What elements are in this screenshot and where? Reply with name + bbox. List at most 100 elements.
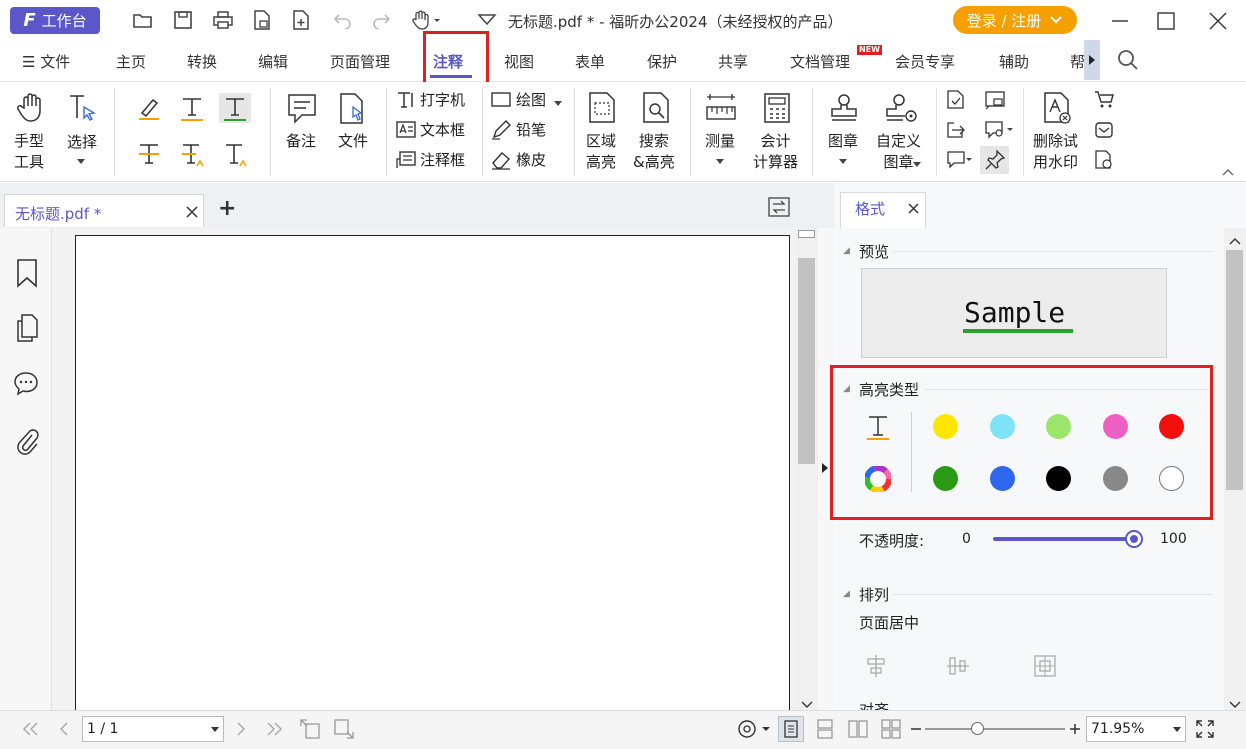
- opacity-slider-track[interactable]: [993, 537, 1133, 541]
- redo-icon[interactable]: [368, 8, 394, 32]
- first-page-icon[interactable]: [18, 716, 42, 742]
- format-panel-tab[interactable]: 格式: [840, 192, 926, 228]
- file-menu[interactable]: ☰ 文件: [22, 51, 70, 72]
- tab-view[interactable]: 视图: [504, 51, 534, 72]
- swatch-red[interactable]: [1159, 414, 1184, 439]
- print-icon[interactable]: [210, 8, 236, 32]
- drawing-shape-icon[interactable]: [491, 91, 511, 113]
- tab-protect[interactable]: 保护: [647, 51, 677, 72]
- workbench-button[interactable]: F 工作台: [10, 7, 100, 34]
- next-page-icon[interactable]: [231, 716, 251, 742]
- export-comments-icon[interactable]: [946, 120, 966, 144]
- zoom-in-icon[interactable]: [1066, 716, 1084, 742]
- new-document-icon[interactable]: [288, 8, 314, 32]
- drawing-dropdown-icon[interactable]: [553, 96, 563, 112]
- center-horizontal-icon[interactable]: [864, 654, 888, 682]
- swatch-black[interactable]: [1046, 466, 1071, 491]
- swatch-light-blue[interactable]: [990, 414, 1015, 439]
- replace-text-icon[interactable]: [179, 142, 205, 172]
- opacity-slider-thumb[interactable]: [1125, 530, 1143, 548]
- inbox-icon[interactable]: [1094, 120, 1114, 144]
- facing-view-icon[interactable]: [845, 716, 871, 742]
- remove-watermark-label[interactable]: 删除试 用水印: [1033, 131, 1078, 173]
- tab-form[interactable]: 表单: [575, 51, 605, 72]
- tab-home[interactable]: 主页: [116, 51, 146, 72]
- zoom-slider-thumb[interactable]: [971, 722, 984, 735]
- collapse-right-panel-icon[interactable]: [821, 462, 829, 478]
- typewriter-label[interactable]: 打字机: [420, 90, 465, 111]
- document-tab[interactable]: 无标题.pdf *: [4, 194, 204, 227]
- zoom-slider-track[interactable]: [925, 728, 1065, 730]
- remove-watermark-icon[interactable]: [1042, 92, 1072, 128]
- search-highlight-icon[interactable]: [641, 92, 671, 128]
- attachments-icon[interactable]: [15, 426, 39, 460]
- tab-document-management[interactable]: 文档管理: [790, 51, 850, 72]
- eraser-icon[interactable]: [491, 150, 511, 174]
- annotation-summary-icon[interactable]: [946, 90, 966, 114]
- file-label[interactable]: 文件: [338, 131, 368, 152]
- area-highlight-icon[interactable]: [587, 92, 617, 128]
- tab-page-management[interactable]: 页面管理: [330, 51, 390, 72]
- collapse-ribbon-icon[interactable]: [1222, 164, 1234, 180]
- textbox-label[interactable]: 文本框: [420, 120, 465, 141]
- collapse-caret-icon[interactable]: ◢: [843, 246, 850, 256]
- swatch-blue[interactable]: [990, 466, 1015, 491]
- tab-assist[interactable]: 辅助: [999, 51, 1029, 72]
- swatch-yellow[interactable]: [933, 414, 958, 439]
- search-icon[interactable]: [1117, 49, 1139, 75]
- callout-label[interactable]: 注释框: [420, 150, 465, 171]
- swatch-white[interactable]: [1159, 466, 1184, 491]
- textbox-icon[interactable]: [396, 120, 416, 144]
- tab-scroll-right-icon[interactable]: [1084, 40, 1100, 80]
- maximize-icon[interactable]: [1152, 8, 1180, 34]
- bookmark-icon[interactable]: [15, 258, 39, 292]
- document-scrollbar-thumb[interactable]: [798, 258, 815, 464]
- measure-label[interactable]: 测量: [705, 131, 735, 152]
- pin-icon[interactable]: [985, 149, 1006, 174]
- select-tool-icon[interactable]: [67, 94, 99, 130]
- single-page-view-icon[interactable]: [778, 716, 804, 742]
- chevron-down-icon[interactable]: [474, 8, 500, 32]
- document-settings-icon[interactable]: [1094, 150, 1114, 174]
- hand-tool-label[interactable]: 手型 工具: [14, 131, 44, 173]
- read-mode-dropdown-icon[interactable]: [735, 716, 773, 742]
- custom-stamp-icon[interactable]: [885, 93, 919, 127]
- select-dropdown-icon[interactable]: [76, 154, 86, 170]
- underline-text-icon[interactable]: [179, 96, 205, 126]
- stamp-dropdown-icon[interactable]: [838, 154, 848, 170]
- note-icon[interactable]: [287, 93, 317, 129]
- hand-mode-dropdown-icon[interactable]: [410, 8, 444, 32]
- collapse-caret-icon[interactable]: ◢: [843, 589, 850, 599]
- hand-tool-icon[interactable]: [17, 92, 47, 128]
- close-window-icon[interactable]: [1204, 8, 1232, 34]
- measure-dropdown-icon[interactable]: [715, 154, 725, 170]
- format-panel-scrollbar-thumb[interactable]: [1226, 250, 1243, 490]
- center-vertical-icon[interactable]: [946, 654, 970, 682]
- next-view-icon[interactable]: [332, 716, 356, 742]
- page-thumbnails-icon[interactable]: [15, 313, 39, 347]
- previous-view-icon[interactable]: [298, 716, 322, 742]
- pdf-page[interactable]: [75, 235, 790, 715]
- previous-page-icon[interactable]: [54, 716, 74, 742]
- swatch-pink[interactable]: [1103, 414, 1128, 439]
- save-icon[interactable]: [170, 8, 196, 32]
- scroll-up-icon[interactable]: [1229, 233, 1241, 249]
- open-folder-icon[interactable]: [130, 8, 156, 32]
- calculator-icon[interactable]: [763, 92, 791, 128]
- close-tab-icon[interactable]: [186, 206, 198, 218]
- highlight-text-icon[interactable]: [222, 96, 248, 126]
- close-panel-icon[interactable]: [908, 203, 919, 214]
- strikeout-icon[interactable]: [136, 142, 162, 172]
- continuous-view-icon[interactable]: [812, 716, 838, 742]
- insert-text-icon[interactable]: [223, 142, 249, 172]
- center-both-icon[interactable]: [1033, 654, 1057, 682]
- zoom-level-select[interactable]: 71.95%: [1086, 716, 1186, 742]
- search-highlight-label[interactable]: 搜索 &高亮: [633, 131, 675, 173]
- highlight-pen-icon[interactable]: [137, 96, 161, 126]
- measure-ruler-icon[interactable]: [705, 93, 737, 127]
- continuous-facing-view-icon[interactable]: [878, 716, 904, 742]
- switch-layout-icon[interactable]: [768, 197, 790, 221]
- undo-icon[interactable]: [330, 8, 356, 32]
- page-number-input[interactable]: 1 / 1: [82, 716, 224, 742]
- drawing-label[interactable]: 绘图: [516, 90, 546, 111]
